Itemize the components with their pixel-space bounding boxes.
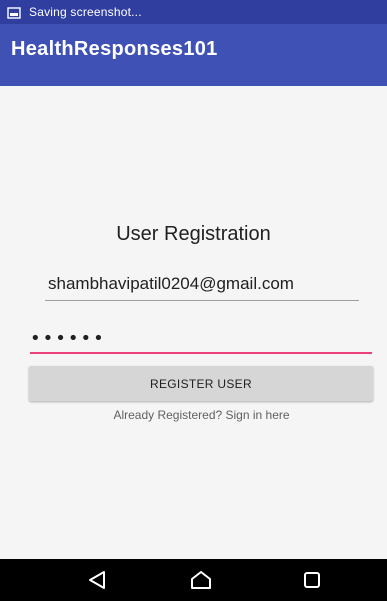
back-triangle-icon	[89, 571, 105, 589]
recents-square-icon	[304, 572, 320, 588]
phone-screen: Saving screenshot... HealthResponses101 …	[0, 0, 387, 601]
status-notification-text: Saving screenshot...	[29, 5, 142, 19]
screenshot-icon	[7, 6, 21, 19]
recents-button[interactable]	[297, 567, 327, 593]
back-button[interactable]	[82, 567, 112, 593]
sign-in-link[interactable]: Already Registered? Sign in here	[0, 408, 387, 422]
home-button[interactable]	[186, 567, 216, 593]
email-field[interactable]	[45, 272, 359, 301]
form-title: User Registration	[116, 223, 271, 245]
navigation-bar	[0, 559, 387, 601]
app-bar: HealthResponses101	[0, 24, 387, 86]
home-icon	[191, 571, 211, 589]
status-bar: Saving screenshot...	[0, 0, 387, 24]
app-title: HealthResponses101	[11, 37, 218, 60]
password-field[interactable]	[30, 326, 372, 354]
register-user-button[interactable]: REGISTER USER	[29, 366, 373, 401]
registration-content: User Registration REGISTER USER Already …	[0, 86, 387, 559]
